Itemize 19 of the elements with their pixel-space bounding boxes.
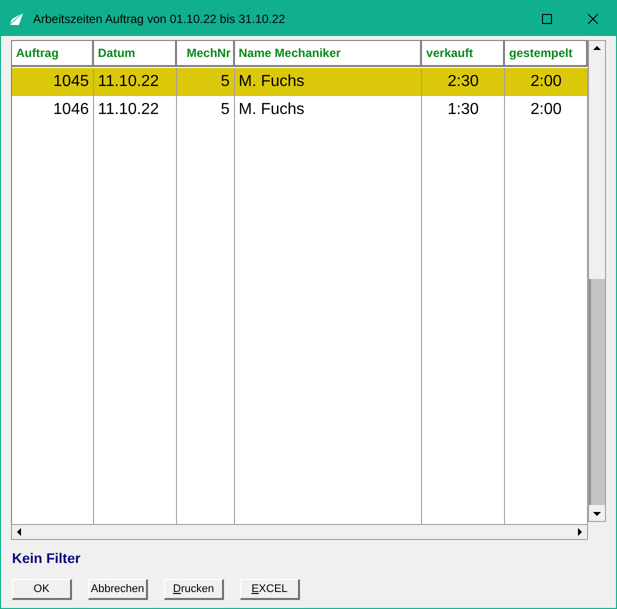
- scrollbar-thumb[interactable]: [589, 279, 605, 505]
- dialog-button[interactable]: EXCEL: [240, 579, 300, 600]
- maximize-icon: [542, 14, 552, 24]
- column-header[interactable]: MechNr: [176, 41, 235, 67]
- dialog-button[interactable]: Drucken: [164, 579, 224, 600]
- filter-label: Kein Filter: [12, 549, 82, 568]
- window-title: Arbeitszeiten Auftrag von 01.10.22 bis 31.10.22: [33, 10, 286, 28]
- column-header[interactable]: gestempelt: [505, 41, 588, 67]
- column-header[interactable]: verkauft: [422, 41, 506, 67]
- dialog-button[interactable]: Abbrechen: [88, 579, 148, 600]
- column-header[interactable]: Datum: [94, 41, 177, 67]
- column-header[interactable]: Name Mechaniker: [234, 41, 422, 67]
- vertical-scrollbar[interactable]: [588, 40, 606, 522]
- app-icon: [10, 12, 23, 24]
- column-header[interactable]: Auftrag: [12, 41, 94, 67]
- close-icon: [588, 14, 598, 24]
- horizontal-scrollbar[interactable]: [11, 524, 588, 540]
- table-row[interactable]: 1045 11.10.22 5 M. Fuchs 2:30 2:00: [12, 68, 588, 96]
- dialog-button[interactable]: OK: [12, 579, 72, 600]
